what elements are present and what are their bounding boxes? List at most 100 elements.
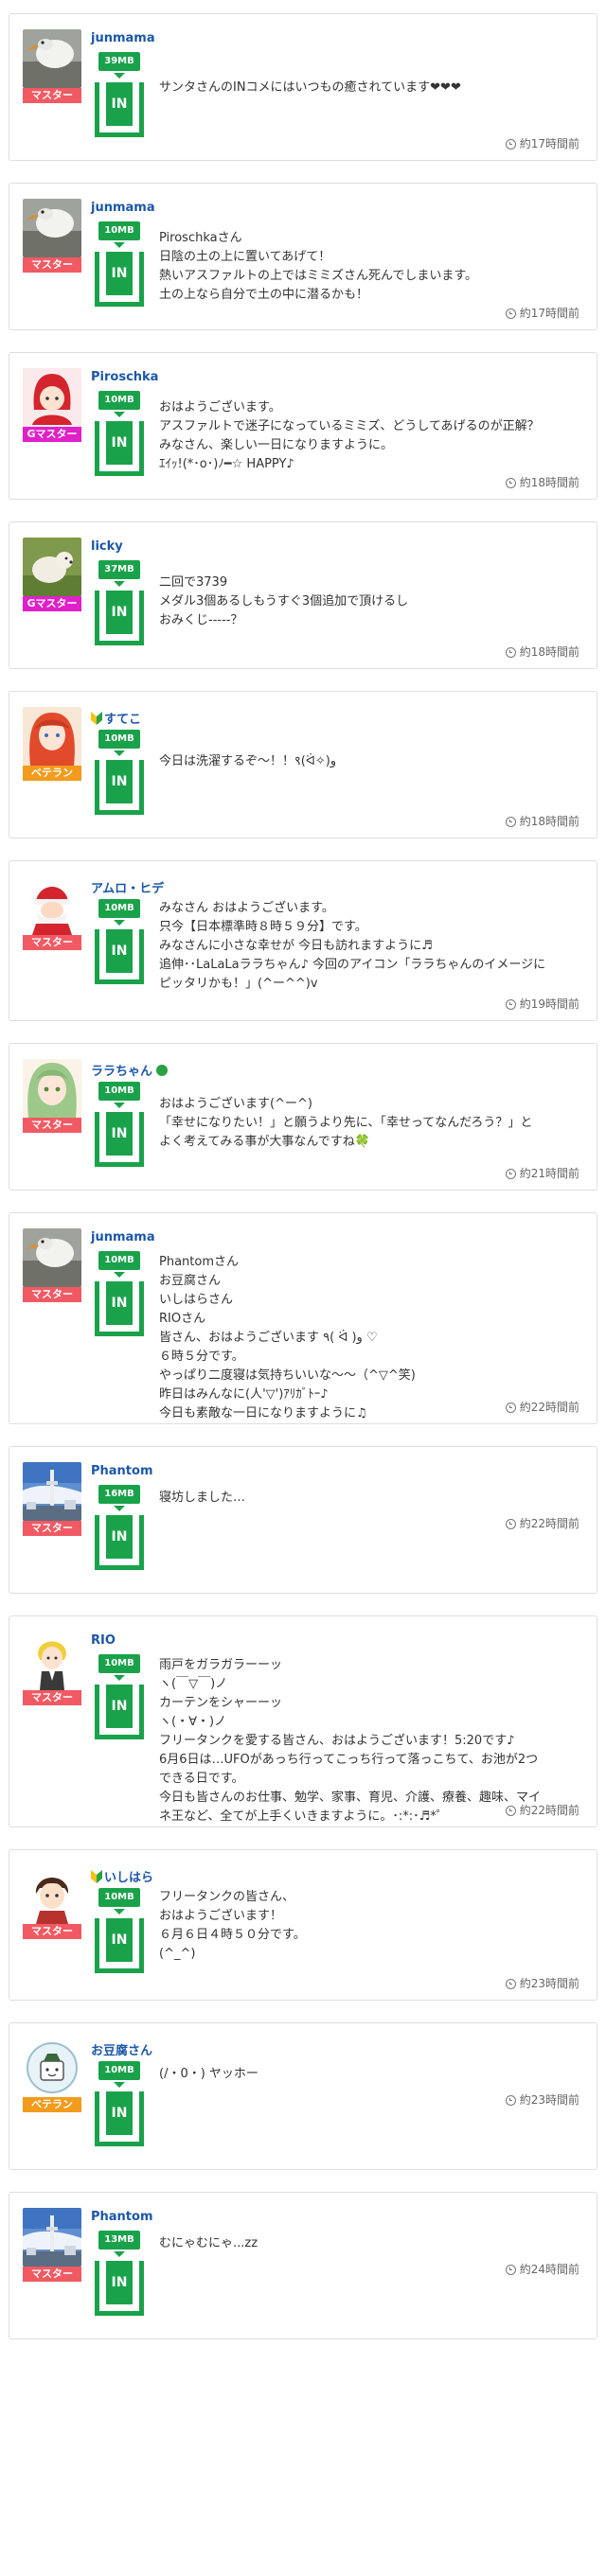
message-line: ヽ(・∀・)ノ <box>159 1715 227 1729</box>
tank-widget[interactable]: 37MB IN <box>91 560 148 645</box>
anime-green-hair-avatar-icon[interactable] <box>23 1059 81 1118</box>
time-text: 約21時間前 <box>519 1167 579 1180</box>
tank-widget[interactable]: 39MB IN <box>91 52 148 137</box>
post-message: むにゃむにゃ...zz <box>159 2234 579 2253</box>
message-line: おはようございます！ <box>159 1909 283 1923</box>
time-text: 約18時間前 <box>519 476 579 489</box>
message-line: RIOさん <box>159 1312 206 1326</box>
arrow-down-icon <box>114 1909 125 1914</box>
clock-icon <box>505 478 516 488</box>
tank-widget[interactable]: 10MB IN <box>91 1888 148 1973</box>
tank-size: 10MB <box>98 1082 140 1101</box>
message-line: 今日は洗濯するぞ〜！！९(ᐛ✧)و <box>159 754 337 768</box>
tank-widget[interactable]: 10MB IN <box>91 899 148 984</box>
beginner-mark-icon <box>91 1870 102 1883</box>
check-badge-icon <box>156 1065 169 1076</box>
tank-size: 10MB <box>98 899 140 918</box>
user-name-link[interactable]: すてこ <box>91 709 141 727</box>
message-line: 寝坊しました… <box>159 1491 246 1505</box>
dog-avatar-icon[interactable] <box>23 538 81 596</box>
user-name-link[interactable]: Phantom <box>91 2210 153 2224</box>
tank-icon: IN <box>95 2091 144 2146</box>
tower-avatar-icon[interactable] <box>23 2208 81 2267</box>
anime-girl-avatar-icon[interactable] <box>23 707 81 766</box>
time-text: 約22時間前 <box>519 1517 579 1530</box>
post-card: マスター ララちゃん 10MB IN おはようございます(^ー^) 「幸せになり… <box>9 1043 597 1191</box>
tank-in-label: IN <box>106 929 133 973</box>
user-name-link[interactable]: licky <box>91 539 123 554</box>
user-name: Phantom <box>91 2210 153 2224</box>
tank-widget[interactable]: 10MB IN <box>91 1082 148 1167</box>
message-line: みなさん、楽しい一日になりますように。 <box>159 438 394 452</box>
user-name: いしはら <box>104 1871 154 1885</box>
user-name: RIO <box>91 1633 116 1648</box>
boy-avatar-icon[interactable] <box>23 1865 81 1924</box>
user-name-link[interactable]: junmama <box>91 1230 155 1244</box>
user-name-link[interactable]: ララちゃん <box>91 1061 169 1079</box>
tank-size: 16MB <box>98 1485 140 1504</box>
santa-avatar-icon[interactable] <box>23 876 81 935</box>
rank-badge: Gマスター <box>23 427 81 442</box>
rank-badge: ベテラン <box>23 766 81 781</box>
clock-icon <box>505 139 516 150</box>
tank-in-label: IN <box>106 2261 133 2304</box>
character-avatar-icon[interactable] <box>23 1632 81 1690</box>
time-text: 約24時間前 <box>519 2263 579 2276</box>
tank-size: 10MB <box>98 2061 140 2080</box>
post-card: マスター Phantom 13MB IN むにゃむにゃ...zz 約24時間前 <box>9 2192 597 2339</box>
beginner-mark-icon <box>91 712 102 725</box>
user-name-link[interactable]: junmama <box>91 31 155 45</box>
tower-avatar-icon[interactable] <box>23 1462 81 1521</box>
message-line: みなさん おはようございます。 <box>159 901 334 915</box>
swan-avatar-icon[interactable] <box>23 29 81 88</box>
arrow-down-icon <box>114 73 125 79</box>
message-line: 二回で3739 <box>159 575 228 590</box>
clock-icon <box>505 647 516 658</box>
post-time: 約23時間前 <box>505 1975 579 1991</box>
time-text: 約18時間前 <box>519 815 579 828</box>
user-name-link[interactable]: junmama <box>91 201 155 215</box>
clock-icon <box>505 817 516 827</box>
post-message: サンタさんのINコメにはいつもの癒されています❤❤❤ <box>159 79 579 97</box>
user-name-link[interactable]: アムロ・ヒデ <box>91 878 164 896</box>
message-line: いしはらさん <box>159 1293 234 1307</box>
tank-widget[interactable]: 10MB IN <box>91 1251 148 1336</box>
tank-size: 10MB <box>98 1654 140 1673</box>
user-name-link[interactable]: いしはら <box>91 1867 153 1885</box>
user-name: Phantom <box>91 1464 153 1478</box>
message-line: むにゃむにゃ...zz <box>159 2236 258 2250</box>
tank-in-label: IN <box>106 1918 133 1962</box>
tank-widget[interactable]: 10MB IN <box>91 221 148 307</box>
rank-badge: ベテラン <box>23 2097 81 2112</box>
arrow-down-icon <box>114 2082 125 2088</box>
user-name-link[interactable]: Piroschka <box>91 370 158 384</box>
swan-avatar-icon[interactable] <box>23 199 81 257</box>
tank-widget[interactable]: 10MB IN <box>91 2061 148 2146</box>
tank-widget[interactable]: 16MB IN <box>91 1485 148 1570</box>
tank-widget[interactable]: 10MB IN <box>91 1654 148 1739</box>
user-name: Piroschka <box>91 370 159 384</box>
post-card: マスター アムロ・ヒデ 10MB IN みなさん おはようございます。 只今【日… <box>9 860 597 1021</box>
time-text: 約23時間前 <box>519 1977 579 1990</box>
post-time: 約18時間前 <box>505 813 579 829</box>
user-name: お豆腐さん <box>91 2044 153 2058</box>
post-message: Phantomさん お豆腐さん いしはらさん RIOさん 皆さん、おはようござい… <box>159 1253 579 1423</box>
user-name-link[interactable]: RIO <box>91 1633 116 1648</box>
message-line: 只今【日本標準時８時５９分】です。 <box>159 920 367 934</box>
user-name-link[interactable]: Phantom <box>91 1464 153 1478</box>
swan-avatar-icon[interactable] <box>23 1228 81 1287</box>
tank-size: 39MB <box>98 52 140 71</box>
message-line: ヽ(￣▽￣)ノ <box>159 1677 228 1691</box>
tofu-avatar-icon[interactable] <box>23 2038 81 2097</box>
message-line: よく考えてみる事が大事なんですね🍀 <box>159 1135 370 1149</box>
red-hood-avatar-icon[interactable] <box>23 368 81 427</box>
user-name-link[interactable]: お豆腐さん <box>91 2040 152 2058</box>
tank-widget[interactable]: 10MB IN <box>91 391 148 476</box>
clock-icon <box>505 2095 516 2106</box>
tank-widget[interactable]: 13MB IN <box>91 2231 148 2316</box>
post-time: 約23時間前 <box>505 2091 579 2108</box>
tank-widget[interactable]: 10MB IN <box>91 730 148 815</box>
arrow-down-icon <box>114 920 125 926</box>
post-message: (/・0・) ヤッホー <box>159 2065 579 2084</box>
message-line: ６月６日４時５０分です。 <box>159 1928 306 1942</box>
